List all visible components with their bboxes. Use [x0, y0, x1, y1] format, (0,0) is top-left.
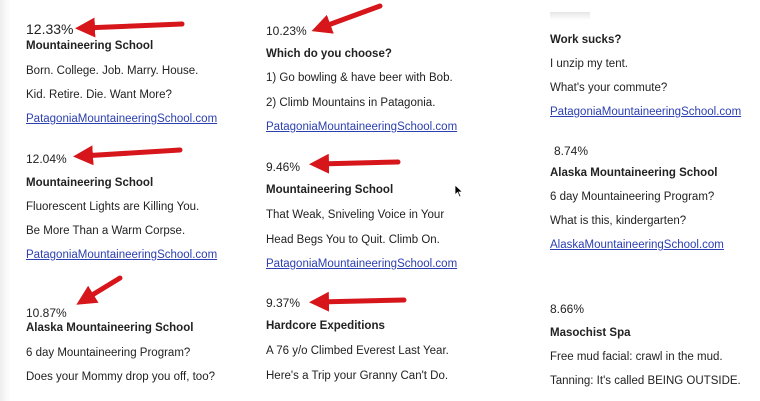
- red-arrow-icon: [73, 145, 183, 166]
- arrow-layer: [73, 3, 407, 312]
- red-arrow-icon: [311, 3, 383, 34]
- red-arrow-icon: [309, 291, 407, 312]
- red-arrow-icon: [75, 17, 185, 38]
- mouse-cursor-icon: [454, 184, 464, 198]
- red-arrow-icon: [76, 275, 123, 305]
- red-arrow-icon: [309, 153, 401, 174]
